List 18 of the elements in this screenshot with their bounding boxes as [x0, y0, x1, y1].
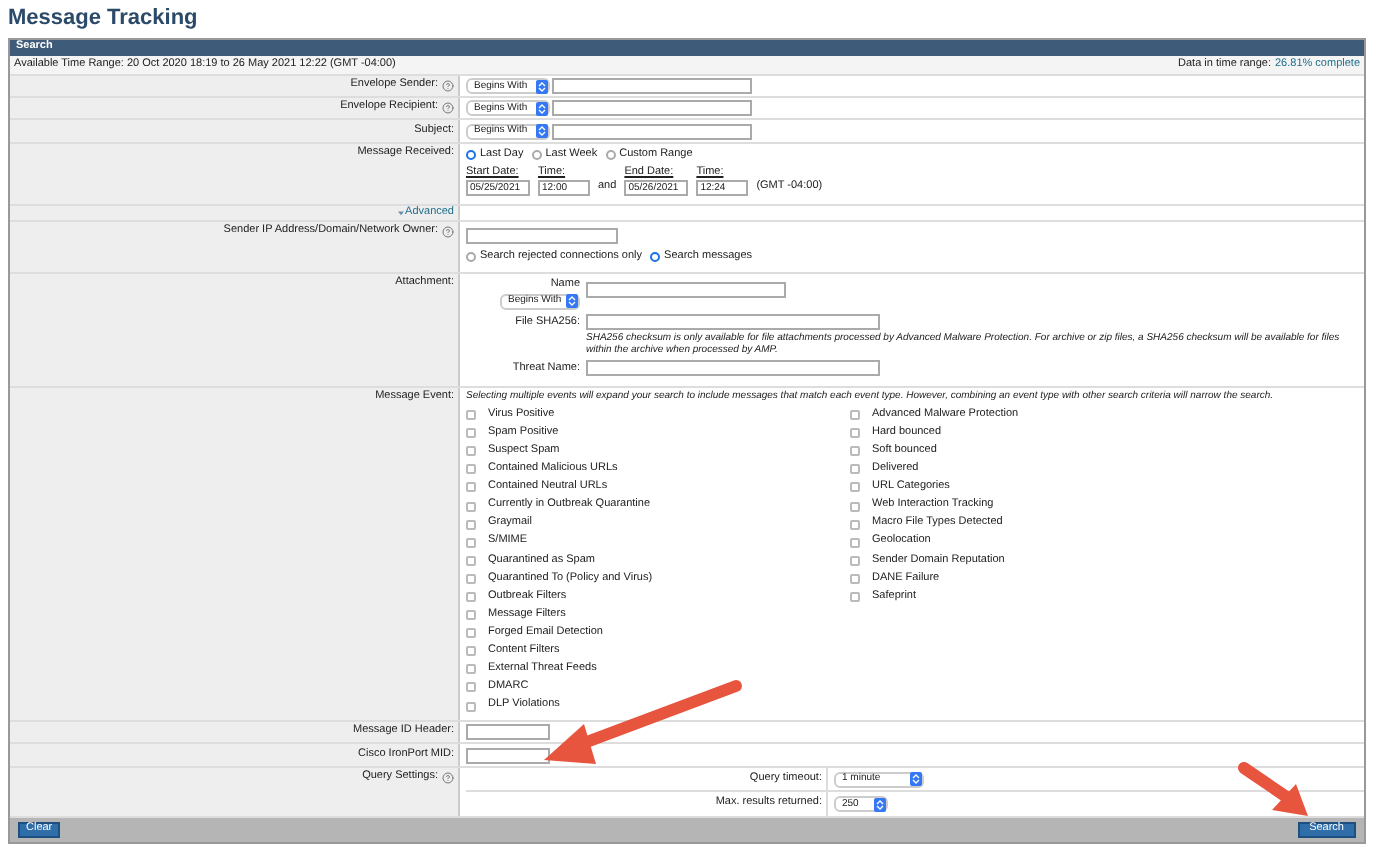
help-icon[interactable] [442, 102, 454, 114]
caret-icon [566, 294, 578, 308]
help-icon[interactable] [442, 80, 454, 92]
text-input-field[interactable] [552, 78, 752, 94]
page-title: Message Tracking [8, 8, 198, 30]
text-input-field[interactable] [586, 282, 786, 298]
text-input-field[interactable] [586, 313, 880, 329]
text-input-field[interactable] [466, 747, 550, 763]
text-input-field[interactable] [466, 724, 550, 740]
caret-icon [874, 797, 886, 811]
text-input-field[interactable] [552, 123, 752, 139]
text-input-field[interactable] [552, 100, 752, 116]
text-input-field[interactable] [586, 359, 880, 375]
triangle-icon [397, 210, 404, 216]
help-icon[interactable] [442, 226, 454, 238]
text-input-field[interactable] [466, 228, 618, 244]
help-icon[interactable] [442, 772, 454, 784]
annotation-arrow [1238, 762, 1308, 816]
